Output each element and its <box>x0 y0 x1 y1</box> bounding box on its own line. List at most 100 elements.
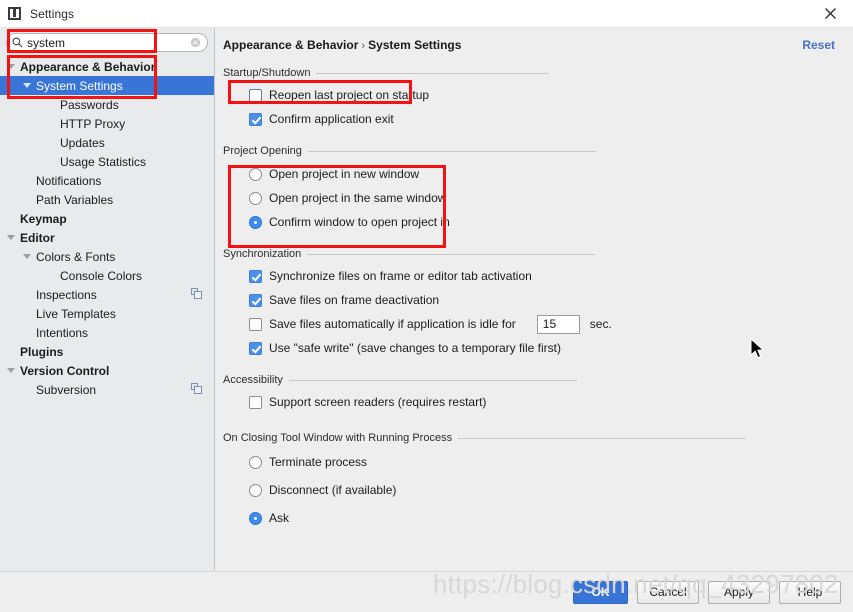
sidebar-item-appearance-behavior[interactable]: Appearance & Behavior <box>0 57 214 76</box>
settings-content-panel: Appearance & Behavior › System Settings Re… <box>215 28 853 571</box>
sidebar-item-version-control[interactable]: Version Control <box>0 361 214 380</box>
title-bar: Settings <box>0 0 853 28</box>
dialog-footer: OK Cancel Apply Help <box>0 571 853 612</box>
autosave-idle-seconds-input[interactable] <box>536 314 580 334</box>
reset-link[interactable]: Reset <box>802 38 835 52</box>
support-screen-readers-checkbox[interactable] <box>249 395 262 409</box>
sidebar-item-usage-statistics[interactable]: Usage Statistics <box>0 152 214 171</box>
sidebar-item-label: Path Variables <box>36 192 114 207</box>
sync-on-activation-label: Synchronize files on frame or editor tab… <box>269 269 532 283</box>
confirm-window-to-open-radio[interactable] <box>249 215 262 229</box>
chevron-down-icon[interactable] <box>6 365 17 376</box>
option-safe-write[interactable]: Use "safe write" (save changes to a temp… <box>249 336 837 360</box>
sidebar-item-keymap[interactable]: Keymap <box>0 209 214 228</box>
apply-button[interactable]: Apply <box>708 580 770 604</box>
section-divider <box>307 150 596 152</box>
sidebar-item-editor[interactable]: Editor <box>0 228 214 247</box>
duplicate-icon <box>191 383 202 394</box>
save-on-deactivation-checkbox[interactable] <box>249 293 262 307</box>
content-header: Appearance & Behavior › System Settings Re… <box>223 28 837 52</box>
option-terminate-process[interactable]: Terminate process <box>249 450 837 474</box>
chevron-down-icon[interactable] <box>6 232 17 243</box>
reopen-last-project-checkbox[interactable] <box>249 88 262 102</box>
search-container <box>0 28 214 56</box>
confirm-window-to-open-label: Confirm window to open project in <box>269 215 450 229</box>
sync-on-activation-checkbox[interactable] <box>249 269 262 283</box>
cancel-button[interactable]: Cancel <box>637 580 699 604</box>
search-field[interactable] <box>6 33 208 52</box>
option-confirm-window-to-open[interactable]: Confirm window to open project in <box>249 210 837 234</box>
section-divider <box>307 253 596 255</box>
sidebar-item-label: Colors & Fonts <box>36 249 116 264</box>
sidebar-item-label: Console Colors <box>60 268 143 283</box>
option-support-screen-readers[interactable]: Support screen readers (requires restart… <box>249 390 837 414</box>
autosave-idle-checkbox[interactable] <box>249 317 262 331</box>
option-save-on-deactivation[interactable]: Save files on frame deactivation <box>249 288 837 312</box>
sidebar-item-colors-fonts[interactable]: Colors & Fonts <box>0 247 214 266</box>
option-autosave-idle[interactable]: Save files automatically if application … <box>249 312 837 336</box>
dialog-body: Appearance & Behavior System Settings Pass… <box>0 28 853 571</box>
section-divider <box>288 379 577 381</box>
section-title-accessibility: Accessibility <box>223 374 283 386</box>
sidebar-item-label: Plugins <box>20 344 64 359</box>
sidebar-item-passwords[interactable]: Passwords <box>0 95 214 114</box>
sidebar-item-label: HTTP Proxy <box>60 116 126 131</box>
option-ask[interactable]: Ask <box>249 506 837 530</box>
ask-radio[interactable] <box>249 511 262 525</box>
section-closing-tool-window: On Closing Tool Window with Running Proc… <box>223 431 837 530</box>
chevron-down-icon[interactable] <box>6 61 17 72</box>
chevron-down-icon[interactable] <box>22 80 33 91</box>
ask-label: Ask <box>269 511 290 525</box>
sidebar-item-plugins[interactable]: Plugins <box>0 342 214 361</box>
close-icon[interactable] <box>808 0 853 27</box>
sidebar-item-console-colors[interactable]: Console Colors <box>0 266 214 285</box>
option-open-project-same-window[interactable]: Open project in the same window <box>249 186 837 210</box>
sidebar-item-notifications[interactable]: Notifications <box>0 171 214 190</box>
confirm-application-exit-checkbox[interactable] <box>249 112 262 126</box>
window-title: Settings <box>30 6 75 21</box>
sidebar-item-inspections[interactable]: Inspections <box>0 285 214 304</box>
option-reopen-last-project[interactable]: Reopen last project on startup <box>249 83 837 107</box>
option-disconnect[interactable]: Disconnect (if available) <box>249 478 837 502</box>
breadcrumb: Appearance & Behavior › System Settings <box>223 38 461 52</box>
help-button[interactable]: Help <box>779 580 841 604</box>
option-sync-on-activation[interactable]: Synchronize files on frame or editor tab… <box>249 264 837 288</box>
sidebar-item-updates[interactable]: Updates <box>0 133 214 152</box>
sidebar-item-label: System Settings <box>36 78 123 93</box>
option-open-project-new-window[interactable]: Open project in new window <box>249 162 837 186</box>
open-project-new-window-radio[interactable] <box>249 167 262 181</box>
option-confirm-application-exit[interactable]: Confirm application exit <box>249 107 837 131</box>
autosave-idle-label: Save files automatically if application … <box>269 317 516 331</box>
save-on-deactivation-label: Save files on frame deactivation <box>269 293 440 307</box>
clear-icon[interactable] <box>190 37 201 48</box>
section-divider <box>316 72 550 74</box>
sidebar-item-path-variables[interactable]: Path Variables <box>0 190 214 209</box>
sidebar-item-http-proxy[interactable]: HTTP Proxy <box>0 114 214 133</box>
terminate-process-radio[interactable] <box>249 455 262 469</box>
breadcrumb-parent[interactable]: Appearance & Behavior <box>223 38 358 52</box>
sidebar-item-label: Inspections <box>36 287 97 302</box>
duplicate-icon <box>191 288 202 299</box>
section-title-startup: Startup/Shutdown <box>223 67 311 79</box>
safe-write-checkbox[interactable] <box>249 341 262 355</box>
section-accessibility: Accessibility Support screen readers (re… <box>223 373 837 414</box>
sidebar-item-intentions[interactable]: Intentions <box>0 323 214 342</box>
search-icon <box>12 37 23 48</box>
section-startup-shutdown: Startup/Shutdown Reopen last project on … <box>223 66 837 131</box>
open-project-new-window-label: Open project in new window <box>269 167 420 181</box>
disconnect-radio[interactable] <box>249 483 262 497</box>
search-input[interactable] <box>27 35 190 50</box>
sidebar-item-label: Updates <box>60 135 105 150</box>
chevron-down-icon[interactable] <box>22 251 33 262</box>
sidebar-item-subversion[interactable]: Subversion <box>0 380 214 399</box>
sidebar-item-live-templates[interactable]: Live Templates <box>0 304 214 323</box>
ok-button[interactable]: OK <box>573 580 628 604</box>
open-project-same-window-label: Open project in the same window <box>269 191 447 205</box>
open-project-same-window-radio[interactable] <box>249 191 262 205</box>
sidebar-item-system-settings[interactable]: System Settings <box>0 76 214 95</box>
